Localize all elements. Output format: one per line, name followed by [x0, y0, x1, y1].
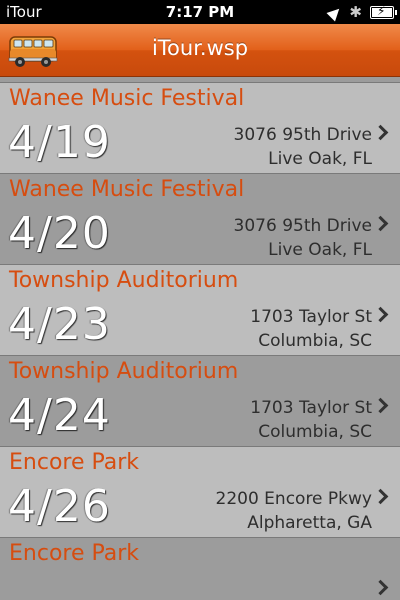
address-city: Columbia, SC [258, 422, 372, 442]
tour-date-row[interactable]: Wanee Music Festival 4/19 3076 95th Drive L… [0, 83, 400, 174]
venue-name: Encore Park [9, 541, 140, 566]
disclosure-chevron-icon[interactable] [372, 488, 389, 505]
event-date: 4/24 [8, 390, 111, 441]
tour-date-row[interactable]: Encore Park 4/26 2200 Encore Pkwy Alpharett… [0, 447, 400, 538]
disclosure-chevron-icon[interactable] [372, 215, 389, 232]
tour-dates-list[interactable]: 4/17Louisville, KY Wanee Music Festival 4/… [0, 76, 400, 600]
address-city: Live Oak, FL [268, 149, 372, 169]
tour-date-row[interactable]: Township Auditorium 4/23 1703 Taylor St Col… [0, 265, 400, 356]
event-date: 4/26 [8, 481, 111, 532]
venue-name: Township Auditorium [9, 359, 239, 384]
battery-icon: ⚡ [370, 3, 397, 19]
tour-date-row[interactable]: Township Auditorium 4/24 1703 Taylor St Col… [0, 356, 400, 447]
address-street: 1703 Taylor St [250, 398, 372, 418]
venue-name: Wanee Music Festival [9, 177, 245, 202]
venue-address: 1703 Taylor St Columbia, SC [250, 396, 372, 444]
navigation-bar: iTour.wsp [0, 24, 400, 77]
charging-bolt-icon: ⚡ [377, 3, 386, 18]
disclosure-chevron-icon[interactable] [372, 579, 389, 596]
app-screen: iTour 7:17 PM ✱ ⚡ iTour.wsp 4/17L [0, 0, 400, 600]
address-street: 3076 95th Drive [233, 216, 372, 236]
tour-dates-list-inner: 4/17Louisville, KY Wanee Music Festival 4/… [0, 76, 400, 600]
page-title: iTour.wsp [151, 36, 249, 60]
venue-address: 3076 95th Drive Live Oak, FL [234, 214, 372, 262]
address-street: 3076 95th Drive [233, 125, 372, 145]
tour-date-row[interactable]: Encore Park [0, 538, 400, 600]
status-icons: ✱ ⚡ [326, 3, 397, 22]
venue-name: Encore Park [9, 450, 140, 475]
venue-address: 2200 Encore Pkwy Alpharetta, GA [216, 487, 372, 535]
disclosure-chevron-icon[interactable] [372, 397, 389, 414]
status-bar: iTour 7:17 PM ✱ ⚡ [0, 0, 400, 24]
disclosure-chevron-icon[interactable] [372, 306, 389, 323]
venue-name: Township Auditorium [9, 268, 239, 293]
bluetooth-icon: ✱ [349, 3, 362, 21]
event-date: 4/20 [8, 208, 111, 259]
address-city: Live Oak, FL [268, 240, 372, 260]
event-date: 4/23 [8, 299, 111, 350]
event-date: 4/19 [8, 117, 111, 168]
venue-address: 1703 Taylor St Columbia, SC [250, 305, 372, 353]
tour-date-row[interactable]: Wanee Music Festival 4/20 3076 95th Drive L… [0, 174, 400, 265]
address-city: Columbia, SC [258, 331, 372, 351]
location-icon [326, 4, 344, 22]
address-street: 2200 Encore Pkwy [215, 489, 372, 509]
address-city: Alpharetta, GA [247, 513, 372, 533]
tour-date-row[interactable]: 4/17Louisville, KY [0, 76, 400, 83]
address-street: 1703 Taylor St [250, 307, 372, 327]
venue-address: 3076 95th Drive Live Oak, FL [234, 123, 372, 171]
disclosure-chevron-icon[interactable] [372, 124, 389, 141]
venue-name: Wanee Music Festival [9, 86, 245, 111]
